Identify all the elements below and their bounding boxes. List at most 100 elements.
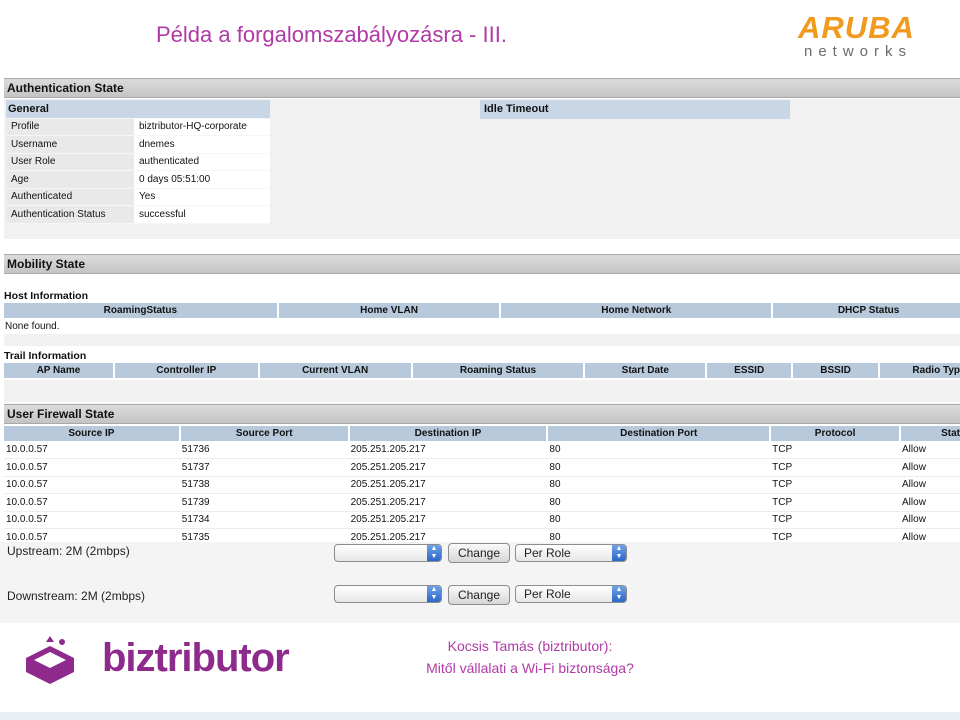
cell: 51737 xyxy=(179,458,349,477)
col-header: Start Date xyxy=(584,363,708,378)
upstream-select[interactable]: ▲ ▼ xyxy=(334,544,442,562)
kv-value: 0 days 05:51:00 xyxy=(134,170,270,189)
col-header: Home VLAN xyxy=(277,303,502,318)
cell: TCP xyxy=(770,493,901,512)
trail-info-title: Trail Information xyxy=(4,350,87,362)
aruba-logo: ARUBA networks xyxy=(798,12,943,60)
table-row: 10.0.0.57 51739 205.251.205.217 80 TCP Allow xyxy=(4,493,960,512)
biztributor-wordmark: biztributor xyxy=(102,636,290,680)
cell: 80 xyxy=(547,441,771,459)
cell: 80 xyxy=(547,511,771,529)
cell: Allow xyxy=(900,458,960,477)
cell: 51734 xyxy=(179,511,349,529)
cell: 51739 xyxy=(179,493,349,512)
downstream-label: Downstream: 2M (2mbps) xyxy=(7,589,146,603)
cell: TCP xyxy=(770,476,901,494)
col-header: ESSID xyxy=(706,363,794,378)
cell: TCP xyxy=(770,458,901,477)
cell: Allow xyxy=(900,493,960,512)
col-header: Current VLAN xyxy=(258,363,413,378)
cell: 80 xyxy=(547,458,771,477)
cell: 10.0.0.57 xyxy=(4,458,180,477)
cell: 205.251.205.217 xyxy=(348,511,548,529)
none-found-text: None found. xyxy=(5,321,60,332)
cell: 10.0.0.57 xyxy=(4,441,180,459)
author-line-2: Mitől vállalati a Wi-Fi biztonsága? xyxy=(426,660,634,676)
downstream-change-button[interactable]: Change xyxy=(448,585,510,605)
cell: 80 xyxy=(547,476,771,494)
role-value: Per Role xyxy=(524,546,571,560)
auth-section-header: Authentication State xyxy=(4,78,960,98)
mobility-gap-bg xyxy=(4,334,960,346)
cell: 205.251.205.217 xyxy=(348,441,548,459)
col-header: AP Name xyxy=(4,363,115,378)
kv-key: User Role xyxy=(6,153,134,171)
col-header: Destination Port xyxy=(547,426,772,441)
idle-timeout-header: Idle Timeout xyxy=(480,100,790,119)
firewall-table: Source IP Source Port Destination IP Des… xyxy=(4,426,960,547)
kv-key: Authenticated xyxy=(6,188,134,206)
table-row: Authenticated Yes xyxy=(6,188,270,206)
upstream-label: Upstream: 2M (2mbps) xyxy=(7,544,130,558)
table-row: Username dnemes xyxy=(6,135,270,154)
trail-gap-bg xyxy=(4,380,960,402)
kv-value: authenticated xyxy=(134,153,270,171)
col-header: RoamingStatus xyxy=(4,303,279,318)
chevron-updown-icon: ▲ ▼ xyxy=(612,545,626,561)
aruba-logo-word: ARUBA xyxy=(798,10,915,45)
col-header: BSSID xyxy=(792,363,880,378)
kv-value: successful xyxy=(134,205,270,224)
auth-general-table: General Profile biztributor-HQ-corporate … xyxy=(6,100,270,224)
cell: 80 xyxy=(547,493,771,512)
slide-title: Példa a forgalomszabályozásra - III. xyxy=(156,22,507,47)
cell: Allow xyxy=(900,511,960,529)
chevron-updown-icon: ▲ ▼ xyxy=(612,586,626,602)
cell: 205.251.205.217 xyxy=(348,493,548,512)
cell: 51736 xyxy=(179,441,349,459)
chevron-updown-icon: ▲ ▼ xyxy=(427,586,441,602)
host-info-title: Host Information xyxy=(4,290,88,302)
table-row: 10.0.0.57 51736 205.251.205.217 80 TCP Allow xyxy=(4,441,960,459)
table-row: Authentication Status successful xyxy=(6,205,270,224)
table-row: 10.0.0.57 51734 205.251.205.217 80 TCP Allow xyxy=(4,511,960,529)
chevron-updown-icon: ▲ ▼ xyxy=(427,545,441,561)
col-header: Home Network xyxy=(500,303,774,318)
col-header: Stat xyxy=(900,426,960,441)
col-header: Destination IP xyxy=(348,426,549,441)
kv-value: dnemes xyxy=(134,135,270,154)
kv-key: Authentication Status xyxy=(6,205,134,224)
table-row: Profile biztributor-HQ-corporate xyxy=(6,118,270,136)
trail-info-table: AP Name Controller IP Current VLAN Roami… xyxy=(4,363,960,378)
upstream-change-button[interactable]: Change xyxy=(448,543,510,563)
firewall-section-header: User Firewall State xyxy=(4,404,960,424)
aruba-logo-sub: networks xyxy=(804,43,913,60)
table-row: User Role authenticated xyxy=(6,153,270,171)
table-row: Age 0 days 05:51:00 xyxy=(6,170,270,189)
footer-strip xyxy=(0,712,960,720)
kv-key: Username xyxy=(6,135,134,154)
cell: Allow xyxy=(900,441,960,459)
cell: TCP xyxy=(770,511,901,529)
cell: TCP xyxy=(770,441,901,459)
col-header: Source IP xyxy=(4,426,181,441)
col-header: Source Port xyxy=(179,426,350,441)
biztributor-e-icon xyxy=(26,636,74,684)
table-row: 10.0.0.57 51738 205.251.205.217 80 TCP Allow xyxy=(4,476,960,494)
author-credit: Kocsis Tamás (biztributor): Mitől vállal… xyxy=(380,635,680,679)
cell: 10.0.0.57 xyxy=(4,493,180,512)
upstream-role-select[interactable]: Per Role ▲ ▼ xyxy=(515,544,627,562)
kv-key: Profile xyxy=(6,118,134,136)
role-value: Per Role xyxy=(524,587,571,601)
biztributor-logo: biztributor xyxy=(20,632,310,692)
col-header: DHCP Status xyxy=(772,303,960,318)
kv-value: Yes xyxy=(134,188,270,206)
kv-value: biztributor-HQ-corporate xyxy=(134,118,270,136)
kv-key: Age xyxy=(6,170,134,189)
table-row: 10.0.0.57 51737 205.251.205.217 80 TCP Allow xyxy=(4,458,960,477)
downstream-select[interactable]: ▲ ▼ xyxy=(334,585,442,603)
downstream-role-select[interactable]: Per Role ▲ ▼ xyxy=(515,585,627,603)
general-header: General xyxy=(6,100,270,119)
cell: Allow xyxy=(900,476,960,494)
cell: 10.0.0.57 xyxy=(4,511,180,529)
mobility-section-header: Mobility State xyxy=(4,254,960,274)
